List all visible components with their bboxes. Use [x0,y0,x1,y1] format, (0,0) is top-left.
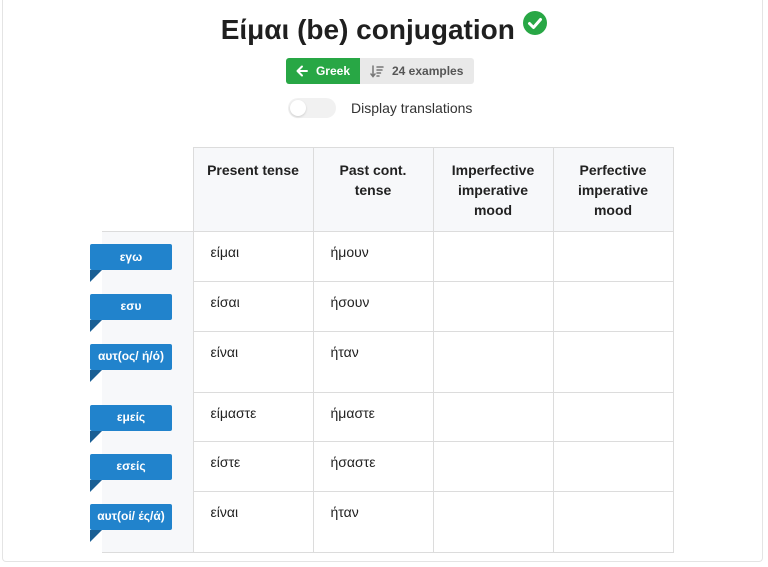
language-button-label: Greek [315,64,350,78]
check-circle-icon [523,10,548,40]
perfective-cell [552,441,674,492]
present-cell: είναι [192,331,314,393]
pronoun-tag: αυτ(οί/ ές/ά) [90,503,172,530]
column-header-perfective: Perfective imperative mood [552,147,674,232]
examples-button-label: 24 examples [392,64,464,78]
table-row: εμείς είμαστε ήμαστε [90,392,674,442]
perfective-cell [552,231,674,282]
pronoun-cell: εσυ [90,281,194,332]
page-title: Είμαι (be) conjugation [220,14,515,45]
imperfective-cell [432,491,554,553]
pronoun-tag: εμείς [90,404,172,431]
past-cell: ήσαστε [312,441,434,492]
present-cell: είμαστε [192,392,314,442]
past-cell: ήταν [312,331,434,393]
back-to-language-button[interactable]: Greek [286,58,360,84]
perfective-cell [552,331,674,393]
arrow-left-icon [296,65,308,77]
table-header-row: Present tense Past cont. tense Imperfect… [102,147,674,232]
present-cell: είστε [192,441,314,492]
table-corner [102,148,193,232]
imperfective-cell [432,441,554,492]
table-row: εσυ είσαι ήσουν [90,281,674,332]
pronoun-cell: εσείς [90,441,194,492]
column-header-past: Past cont. tense [312,147,434,232]
translations-toggle-row: Display translations [288,98,472,118]
pronoun-tag: αυτ(ος/ ή/ό) [90,343,172,370]
column-header-imperfective: Imperfective imperative mood [432,147,554,232]
translations-toggle[interactable] [288,98,336,118]
table-row: εγω είμαι ήμουν [90,231,674,282]
perfective-cell [552,281,674,332]
pronoun-tag: εγω [90,244,172,270]
pronoun-cell: αυτ(οί/ ές/ά) [90,491,194,553]
column-header-present: Present tense [192,147,314,232]
present-cell: είμαι [192,231,314,282]
pronoun-tag: εσυ [90,293,172,320]
present-cell: είναι [192,491,314,553]
past-cell: ήμουν [312,231,434,282]
sort-lines-icon [370,64,384,78]
table-row: αυτ(οί/ ές/ά) είναι ήταν [90,491,674,553]
imperfective-cell [432,231,554,282]
imperfective-cell [432,392,554,442]
present-cell: είσαι [192,281,314,332]
past-cell: ήσουν [312,281,434,332]
title-row: Είμαι (be) conjugation [0,10,768,46]
header-buttons: Greek 24 examples [286,58,474,84]
table-row: εσείς είστε ήσαστε [90,441,674,492]
conjugation-table: Present tense Past cont. tense Imperfect… [90,147,674,553]
pronoun-cell: εμείς [90,392,194,442]
perfective-cell [552,392,674,442]
pronoun-cell: αυτ(ος/ ή/ό) [90,331,194,393]
pronoun-cell: εγω [90,231,194,282]
examples-button[interactable]: 24 examples [360,58,474,84]
past-cell: ήμαστε [312,392,434,442]
toggle-knob [290,100,306,116]
translations-toggle-label: Display translations [351,100,473,116]
imperfective-cell [432,331,554,393]
perfective-cell [552,491,674,553]
imperfective-cell [432,281,554,332]
pronoun-tag: εσείς [90,453,172,480]
table-row: αυτ(ος/ ή/ό) είναι ήταν [90,331,674,393]
past-cell: ήταν [312,491,434,553]
